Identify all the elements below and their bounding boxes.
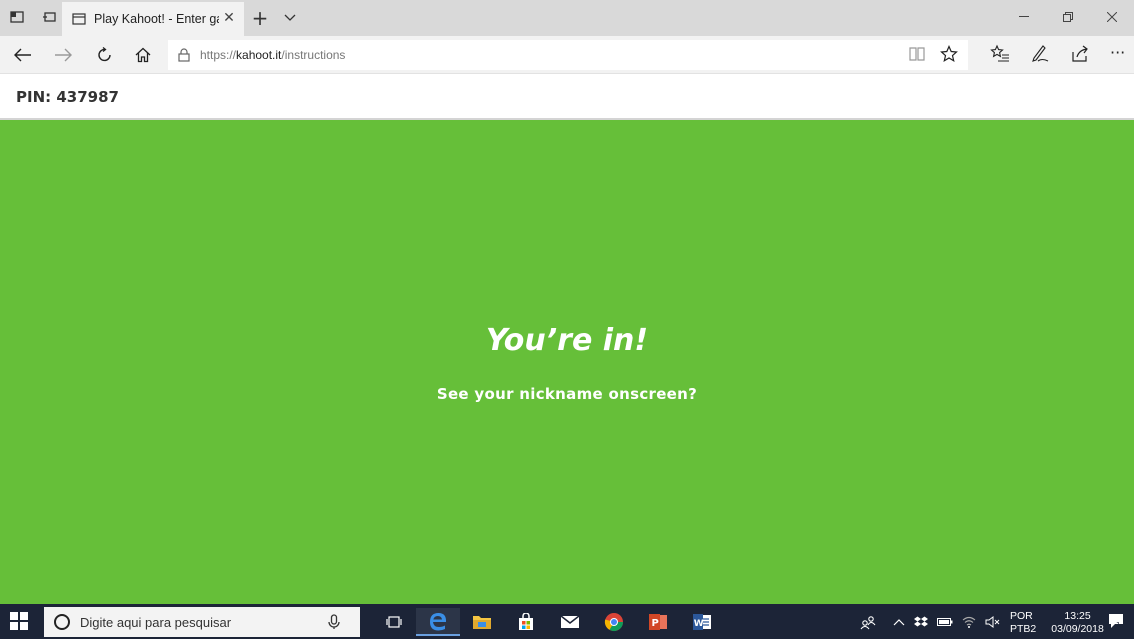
lock-icon [178, 48, 192, 62]
store-icon[interactable] [504, 608, 548, 636]
game-pin: PIN: 437987 [16, 88, 119, 106]
wifi-icon[interactable] [962, 616, 976, 631]
cortana-icon [54, 614, 70, 630]
forward-icon[interactable] [52, 44, 74, 66]
system-tray: POR PTB2 13:25 03/09/2018 [860, 610, 1104, 636]
address-bar[interactable]: https://kahoot.it/instructions [168, 40, 968, 70]
powerpoint-icon[interactable]: P [636, 608, 680, 636]
clock-date: 03/09/2018 [1051, 623, 1104, 635]
close-tab-icon[interactable]: ✕ [222, 10, 236, 26]
chrome-icon[interactable] [592, 608, 636, 636]
joined-headline: You’re in! [485, 323, 649, 358]
toolbar-right: ··· [990, 44, 1125, 68]
language-code: POR [1010, 610, 1033, 622]
dropbox-icon[interactable] [914, 616, 928, 631]
windows-start-icon[interactable] [10, 612, 30, 632]
svg-text:1: 1 [1116, 621, 1120, 629]
input-language[interactable]: POR PTB2 [1010, 610, 1036, 636]
new-tab-icon[interactable]: + [250, 6, 270, 30]
windows-taskbar: Digite aqui para pesquisar P W POR PTB2 … [0, 604, 1134, 639]
back-icon[interactable] [12, 44, 34, 66]
tab-title: Play Kahoot! - Enter gar [94, 12, 219, 26]
favorites-hub-icon[interactable] [990, 44, 1010, 68]
window-controls [1002, 0, 1134, 34]
volume-muted-icon[interactable] [985, 615, 1001, 631]
web-note-icon[interactable] [1030, 44, 1050, 68]
close-window-icon[interactable] [1090, 0, 1134, 34]
page-icon [72, 12, 86, 26]
browser-tab-bar: Play Kahoot! - Enter gar ✕ + [0, 0, 1134, 36]
svg-text:P: P [652, 618, 659, 629]
tab-actions [8, 8, 58, 26]
show-tabs-aside-icon[interactable] [40, 8, 58, 26]
taskbar-search-box[interactable]: Digite aqui para pesquisar [44, 607, 360, 637]
home-icon[interactable] [132, 44, 154, 66]
reading-view-icon[interactable] [908, 45, 926, 67]
nickname-prompt: See your nickname onscreen? [436, 385, 698, 403]
share-icon[interactable] [1070, 44, 1090, 68]
url-text: https://kahoot.it/instructions [200, 48, 346, 62]
minimize-icon[interactable] [1002, 0, 1046, 34]
action-center-icon[interactable]: 1 [1108, 613, 1124, 629]
keyboard-layout: PTB2 [1010, 623, 1037, 635]
refresh-icon[interactable] [94, 44, 116, 66]
task-view-icon[interactable] [372, 608, 416, 636]
svg-text:W: W [694, 619, 704, 629]
people-icon[interactable] [860, 614, 876, 633]
chevron-down-icon[interactable] [280, 8, 300, 28]
lobby-screen: You’re in! See your nickname onscreen? [0, 120, 1134, 604]
clock[interactable]: 13:25 03/09/2018 [1051, 610, 1104, 636]
file-explorer-icon[interactable] [460, 608, 504, 636]
battery-icon[interactable] [937, 617, 953, 630]
clock-time: 13:25 [1064, 610, 1091, 622]
edge-icon[interactable] [416, 608, 460, 636]
browser-tab[interactable]: Play Kahoot! - Enter gar ✕ [62, 2, 244, 36]
restore-icon[interactable] [1046, 0, 1090, 34]
search-placeholder: Digite aqui para pesquisar [80, 614, 232, 630]
set-tabs-aside-icon[interactable] [8, 8, 26, 26]
microphone-icon[interactable] [328, 614, 342, 630]
mail-icon[interactable] [548, 608, 592, 636]
browser-toolbar: https://kahoot.it/instructions ··· [0, 36, 1134, 74]
more-options-icon[interactable]: ··· [1110, 44, 1125, 68]
chevron-up-icon[interactable] [893, 617, 905, 629]
pinned-apps: P W [372, 608, 724, 636]
game-header: PIN: 437987 [0, 74, 1134, 120]
favorite-star-icon[interactable] [940, 45, 958, 67]
word-icon[interactable]: W [680, 608, 724, 636]
